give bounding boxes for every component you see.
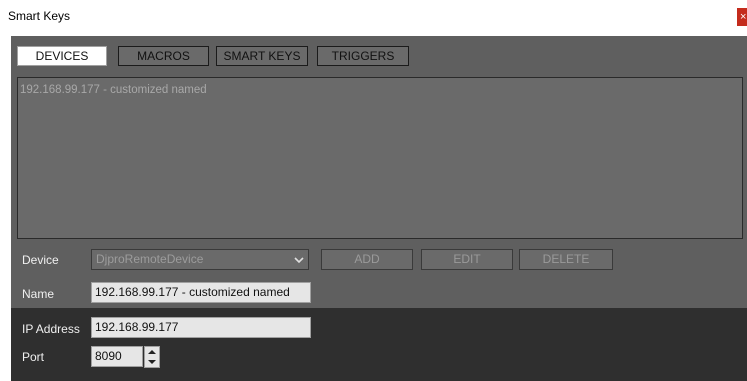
close-icon: × <box>740 11 747 23</box>
port-field[interactable]: 8090 <box>91 346 143 367</box>
port-label: Port <box>22 350 45 364</box>
delete-button[interactable]: DELETE <box>519 249 613 270</box>
device-label: Device <box>22 253 59 267</box>
close-button[interactable]: × <box>737 8 747 26</box>
list-item[interactable]: 192.168.99.177 - customized named <box>20 84 207 96</box>
ip-address-label: IP Address <box>22 322 80 336</box>
tab-macros[interactable]: MACROS <box>118 46 209 66</box>
tab-devices[interactable]: DEVICES <box>17 46 107 66</box>
device-select[interactable]: DjproRemoteDevice <box>91 249 309 270</box>
device-select-value: DjproRemoteDevice <box>96 252 204 266</box>
port-stepper[interactable] <box>144 346 160 368</box>
chevron-down-icon <box>294 257 304 264</box>
spin-down-icon[interactable] <box>147 358 157 366</box>
main-panel: DEVICES MACROS SMART KEYS TRIGGERS 192.1… <box>11 36 747 381</box>
name-label: Name <box>22 287 55 301</box>
add-button[interactable]: ADD <box>321 249 413 270</box>
edit-button[interactable]: EDIT <box>421 249 513 270</box>
window-title: Smart Keys <box>8 9 71 23</box>
spin-up-icon[interactable] <box>147 348 157 356</box>
tab-smart-keys[interactable]: SMART KEYS <box>216 46 308 66</box>
device-list[interactable]: 192.168.99.177 - customized named <box>17 77 743 239</box>
title-bar: Smart Keys × <box>0 0 747 33</box>
tab-triggers[interactable]: TRIGGERS <box>317 46 409 66</box>
ip-address-field[interactable]: 192.168.99.177 <box>91 317 311 338</box>
name-field[interactable]: 192.168.99.177 - customized named <box>91 282 311 303</box>
